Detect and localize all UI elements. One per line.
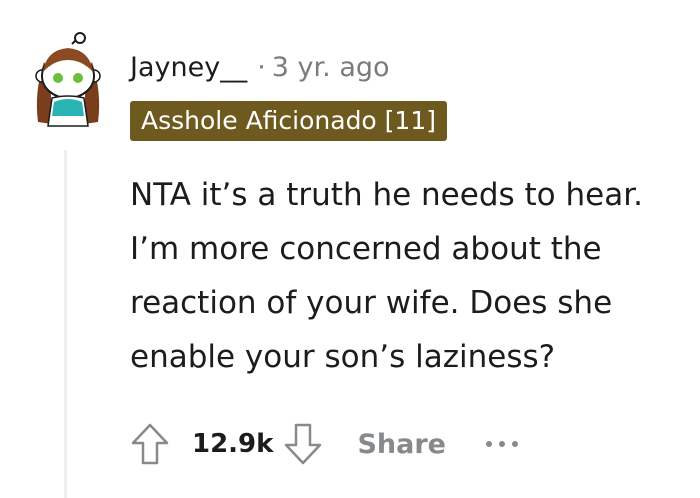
vote-score: 12.9k bbox=[192, 429, 274, 459]
comment-body-line: I’m more concerned about the bbox=[130, 231, 602, 267]
thread-line[interactable] bbox=[64, 150, 67, 498]
username-link[interactable]: Jayney__ bbox=[130, 50, 247, 86]
comment-body-line: NTA it’s a truth he needs to hear. bbox=[130, 177, 643, 213]
snoo-avatar-icon bbox=[35, 32, 101, 127]
meta-separator: · bbox=[257, 52, 266, 83]
comment-body-line: reaction of your wife. Does she bbox=[130, 285, 613, 321]
upvote-button[interactable] bbox=[126, 416, 174, 472]
comment-age[interactable]: 3 yr. ago bbox=[272, 50, 390, 86]
downvote-arrow-icon bbox=[285, 423, 322, 465]
comment-actions: 12.9k Share bbox=[126, 416, 518, 472]
user-flair: Asshole Aficionado [11] bbox=[130, 101, 447, 141]
upvote-arrow-icon bbox=[131, 423, 169, 465]
comment-body: NTA it’s a truth he needs to hear. I’m m… bbox=[130, 168, 690, 384]
more-options-icon[interactable] bbox=[485, 424, 518, 464]
share-button[interactable]: Share bbox=[357, 429, 446, 460]
avatar[interactable] bbox=[30, 32, 106, 128]
downvote-button[interactable] bbox=[279, 416, 327, 472]
comment-meta: Jayney__ · 3 yr. ago bbox=[130, 50, 390, 86]
comment-body-line: enable your son’s laziness? bbox=[130, 339, 556, 375]
